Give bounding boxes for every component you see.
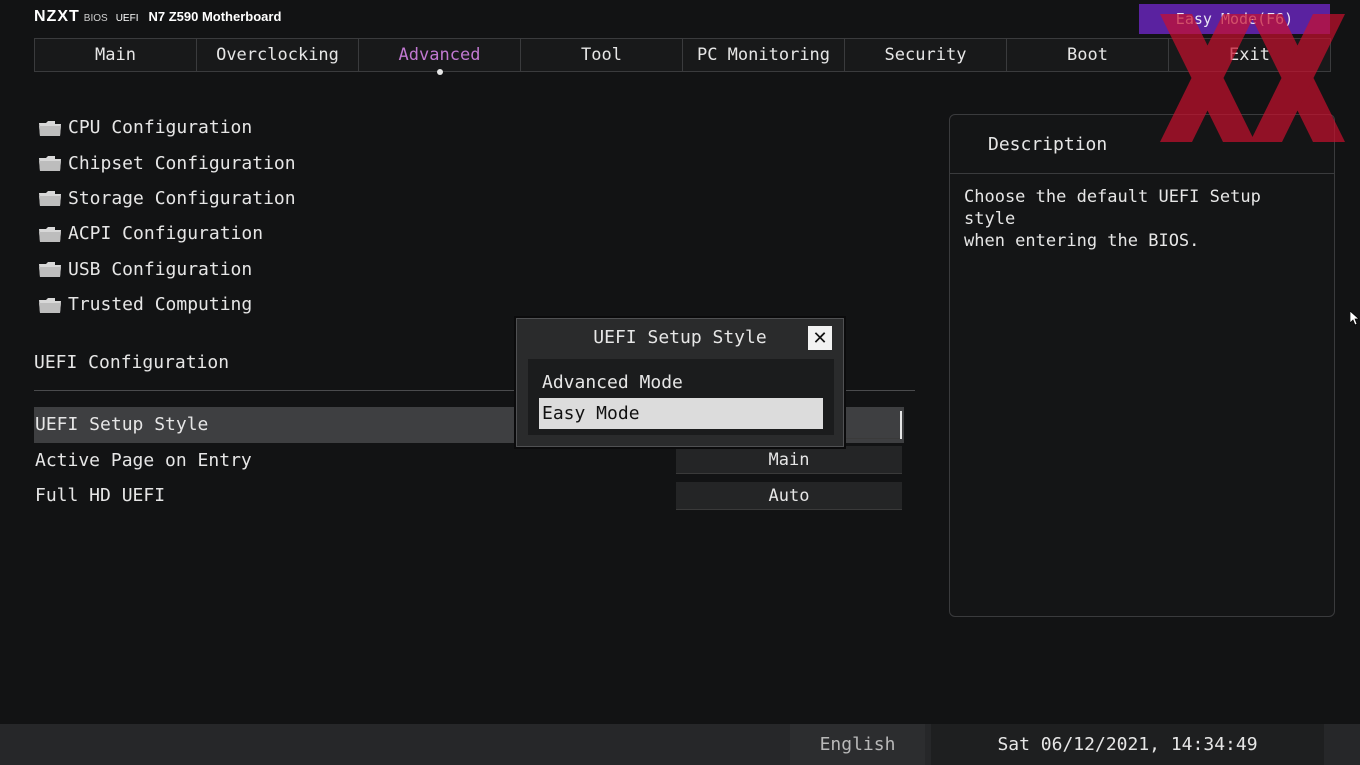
main-tabs: Main Overclocking Advanced Tool PC Monit…: [34, 38, 1331, 75]
tab-boot[interactable]: Boot: [1007, 39, 1169, 71]
menu-item-trusted-computing[interactable]: Trusted Computing: [38, 287, 296, 322]
brand: NZXT BIOS UEFI N7 Z590 Motherboard: [34, 8, 281, 30]
option-easy-mode[interactable]: Easy Mode: [539, 398, 823, 429]
menu-item-label: Chipset Configuration: [68, 152, 296, 174]
tab-advanced[interactable]: Advanced: [359, 39, 521, 75]
setting-active-page-on-entry[interactable]: Active Page on Entry Main: [34, 443, 904, 479]
close-button[interactable]: ✕: [808, 326, 832, 350]
menu-item-label: ACPI Configuration: [68, 223, 264, 245]
menu-item-chipset-configuration[interactable]: Chipset Configuration: [38, 145, 296, 180]
description-text: Choose the default UEFI Setup style when…: [964, 187, 1261, 251]
xx-watermark-logo: [1160, 14, 1345, 142]
folder-icon: [39, 120, 61, 136]
folder-icon: [39, 262, 61, 278]
brand-bios: BIOS: [83, 13, 108, 24]
setting-label: Active Page on Entry: [35, 449, 252, 471]
menu-item-label: USB Configuration: [68, 258, 253, 280]
folder-icon: [39, 156, 61, 172]
setting-label: Full HD UEFI: [35, 485, 166, 507]
menu-item-label: Storage Configuration: [68, 187, 296, 209]
section-title: UEFI Configuration: [34, 352, 230, 373]
setting-value[interactable]: Auto: [676, 481, 902, 510]
status-bar: English Sat 06/12/2021, 14:34:49: [0, 724, 1360, 765]
option-advanced-mode[interactable]: Advanced Mode: [539, 367, 823, 398]
submenu-list: CPU Configuration Chipset Configuration …: [38, 110, 296, 322]
folder-icon: [39, 297, 61, 313]
setting-full-hd-uefi[interactable]: Full HD UEFI Auto: [34, 478, 904, 514]
setting-label: UEFI Setup Style: [35, 414, 209, 436]
setting-value[interactable]: Main: [676, 446, 902, 475]
dialog-options: Advanced Mode Easy Mode: [528, 359, 834, 435]
brand-logo: NZXT: [34, 8, 80, 25]
language-selector[interactable]: English: [790, 724, 925, 765]
menu-item-label: Trusted Computing: [68, 294, 253, 316]
date-time: Sat 06/12/2021, 14:34:49: [931, 724, 1324, 765]
tab-security[interactable]: Security: [845, 39, 1007, 71]
folder-icon: [39, 226, 61, 242]
menu-item-label: CPU Configuration: [68, 117, 253, 139]
tab-overclocking[interactable]: Overclocking: [197, 39, 359, 71]
uefi-setup-style-dialog: UEFI Setup Style ✕ Advanced Mode Easy Mo…: [516, 318, 844, 447]
menu-item-cpu-configuration[interactable]: CPU Configuration: [38, 110, 296, 145]
mouse-cursor-icon: [1350, 311, 1359, 326]
menu-item-storage-configuration[interactable]: Storage Configuration: [38, 181, 296, 216]
tab-tool[interactable]: Tool: [521, 39, 683, 71]
tab-main[interactable]: Main: [35, 39, 197, 71]
close-icon: ✕: [812, 327, 828, 349]
dialog-title: UEFI Setup Style: [593, 326, 767, 348]
description-panel: Description Choose the default UEFI Setu…: [949, 114, 1335, 617]
brand-uefi: UEFI: [115, 13, 139, 24]
tab-pc-monitoring[interactable]: PC Monitoring: [683, 39, 845, 71]
menu-item-acpi-configuration[interactable]: ACPI Configuration: [38, 216, 296, 251]
motherboard-model: N7 Z590 Motherboard: [148, 9, 282, 24]
menu-item-usb-configuration[interactable]: USB Configuration: [38, 252, 296, 287]
folder-icon: [39, 191, 61, 207]
